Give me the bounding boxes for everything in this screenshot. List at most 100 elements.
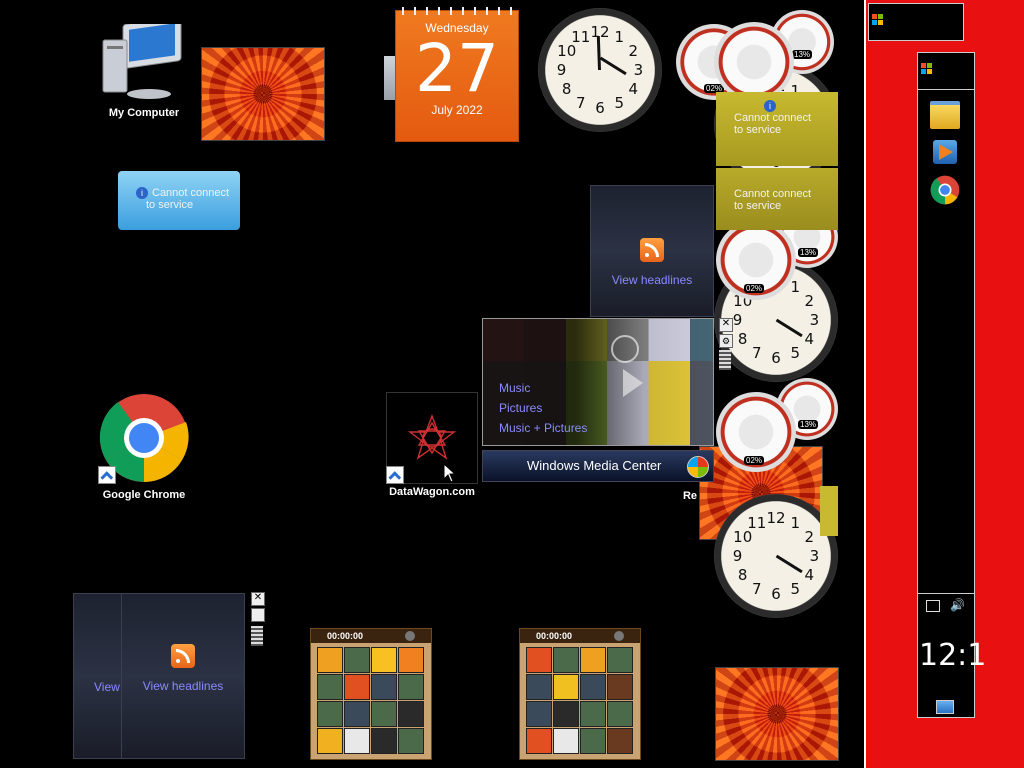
picture-puzzle-gadget[interactable]: 00:00:00: [310, 628, 432, 760]
clock-numeral: 6: [595, 99, 605, 118]
taskbar-pinned-media-player[interactable]: [930, 137, 962, 169]
cpu-meter-gadget[interactable]: 13% 02%: [716, 378, 838, 472]
desktop-icon-google-chrome[interactable]: Google Chrome: [96, 392, 192, 501]
clock-numeral: 2: [628, 41, 639, 60]
view-headlines-link[interactable]: View: [94, 680, 120, 694]
puzzle-tile[interactable]: [526, 701, 552, 727]
puzzle-tile[interactable]: [526, 728, 552, 754]
puzzle-tile[interactable]: [553, 701, 579, 727]
puzzle-tile[interactable]: [580, 674, 606, 700]
desktop-icon-label: DataWagon.com: [389, 486, 475, 498]
puzzle-timer-bar: 00:00:00: [520, 629, 640, 643]
puzzle-tile[interactable]: [607, 728, 633, 754]
puzzle-tile[interactable]: [371, 701, 397, 727]
clock-numeral: 8: [737, 566, 748, 585]
calendar-rings: [396, 7, 518, 15]
desktop-icon-label: My Computer: [108, 107, 180, 119]
clock-minute-hand: [775, 554, 803, 574]
clock-numeral: 11: [747, 513, 767, 532]
puzzle-tile[interactable]: [317, 647, 343, 673]
weather-gadget[interactable]: Cannot connect to service: [716, 168, 838, 230]
network-icon[interactable]: [926, 600, 940, 612]
desktop-icon-recycle-bin[interactable]: Re: [680, 488, 700, 502]
drag-handle-icon[interactable]: [719, 350, 731, 370]
media-center-gadget[interactable]: Music Pictures Music + Pictures Windows …: [482, 318, 714, 482]
weather-gadget[interactable]: [820, 486, 838, 536]
cpu-meter-gadget[interactable]: 02% 13%: [676, 10, 836, 102]
windows-logo-icon: [872, 14, 883, 25]
clock-numeral: 8: [561, 80, 572, 99]
puzzle-tile[interactable]: [553, 647, 579, 673]
feed-headlines-gadget[interactable]: View headlines: [121, 593, 245, 759]
media-center-item-music[interactable]: Music: [499, 381, 530, 395]
puzzle-tile[interactable]: [344, 647, 370, 673]
media-center-item-music-pictures[interactable]: Music + Pictures: [499, 421, 587, 435]
weather-status-line1: Cannot connect: [152, 187, 230, 199]
puzzle-tile[interactable]: [580, 647, 606, 673]
puzzle-tile[interactable]: [371, 647, 397, 673]
media-center-item-pictures[interactable]: Pictures: [499, 401, 542, 415]
puzzle-tile[interactable]: [607, 701, 633, 727]
slideshow-gadget[interactable]: [715, 667, 839, 761]
puzzle-tile[interactable]: [317, 701, 343, 727]
close-icon[interactable]: ✕: [251, 592, 265, 606]
clock-numeral: 3: [809, 547, 820, 565]
desktop-icon-my-computer[interactable]: My Computer: [96, 16, 192, 119]
rss-icon: [171, 644, 195, 668]
clock-numeral: 2: [804, 527, 815, 546]
floating-start-button[interactable]: [868, 3, 964, 41]
taskbar-clock[interactable]: 12:1: [919, 638, 986, 673]
puzzle-tile[interactable]: [344, 674, 370, 700]
puzzle-tile[interactable]: [398, 674, 424, 700]
puzzle-tile[interactable]: [398, 647, 424, 673]
puzzle-tile[interactable]: [344, 701, 370, 727]
puzzle-tile[interactable]: [553, 674, 579, 700]
puzzle-tile[interactable]: [398, 701, 424, 727]
puzzle-tile[interactable]: [371, 674, 397, 700]
rss-icon: [640, 238, 664, 262]
play-icon: [623, 369, 643, 397]
puzzle-tile[interactable]: [607, 674, 633, 700]
clock-numeral: 11: [571, 27, 591, 46]
windows-explorer-icon: [930, 101, 960, 129]
resize-icon[interactable]: [251, 608, 265, 622]
puzzle-tile[interactable]: [344, 728, 370, 754]
show-desktop-icon[interactable]: [936, 700, 954, 714]
puzzle-tile[interactable]: [580, 728, 606, 754]
feed-headlines-gadget[interactable]: View headlines: [590, 185, 714, 317]
help-icon[interactable]: [405, 631, 415, 641]
picture-puzzle-gadget[interactable]: 00:00:00: [519, 628, 641, 760]
puzzle-tile[interactable]: [317, 728, 343, 754]
close-icon[interactable]: ✕: [719, 318, 733, 332]
media-center-title: Windows Media Center: [527, 458, 662, 473]
puzzle-tile[interactable]: [526, 647, 552, 673]
help-icon[interactable]: [614, 631, 624, 641]
media-center-title-bar[interactable]: Windows Media Center: [482, 450, 714, 482]
clock-numeral: 5: [614, 94, 624, 113]
view-headlines-link[interactable]: View headlines: [122, 679, 244, 693]
weather-gadget[interactable]: i Cannot connect to service: [716, 92, 838, 166]
puzzle-tile[interactable]: [607, 647, 633, 673]
view-headlines-link[interactable]: View headlines: [591, 273, 713, 287]
puzzle-tile[interactable]: [371, 728, 397, 754]
puzzle-tile[interactable]: [398, 728, 424, 754]
clock-numeral: 12: [590, 22, 610, 41]
drag-handle-icon[interactable]: [251, 626, 263, 646]
start-button[interactable]: [918, 53, 974, 90]
info-icon: i: [136, 187, 148, 200]
slideshow-gadget[interactable]: [201, 47, 325, 141]
volume-icon[interactable]: 🔊: [950, 598, 965, 612]
puzzle-tile[interactable]: [526, 674, 552, 700]
weather-gadget[interactable]: i Cannot connect to service: [118, 171, 240, 230]
taskbar-pinned-explorer[interactable]: [930, 97, 962, 129]
clock-gadget[interactable]: 121234567891011: [538, 8, 662, 132]
desktop-icon-datawagon[interactable]: DataWagon.com: [384, 392, 480, 498]
taskbar-pinned-chrome[interactable]: [930, 175, 962, 207]
puzzle-tile[interactable]: [580, 701, 606, 727]
settings-icon[interactable]: ⚙: [719, 334, 733, 348]
puzzle-tile[interactable]: [553, 728, 579, 754]
windows-logo-icon: [921, 63, 932, 74]
calendar-gadget[interactable]: Wednesday 27 July 2022: [395, 7, 519, 142]
shortcut-arrow-icon: [386, 466, 404, 484]
puzzle-tile[interactable]: [317, 674, 343, 700]
